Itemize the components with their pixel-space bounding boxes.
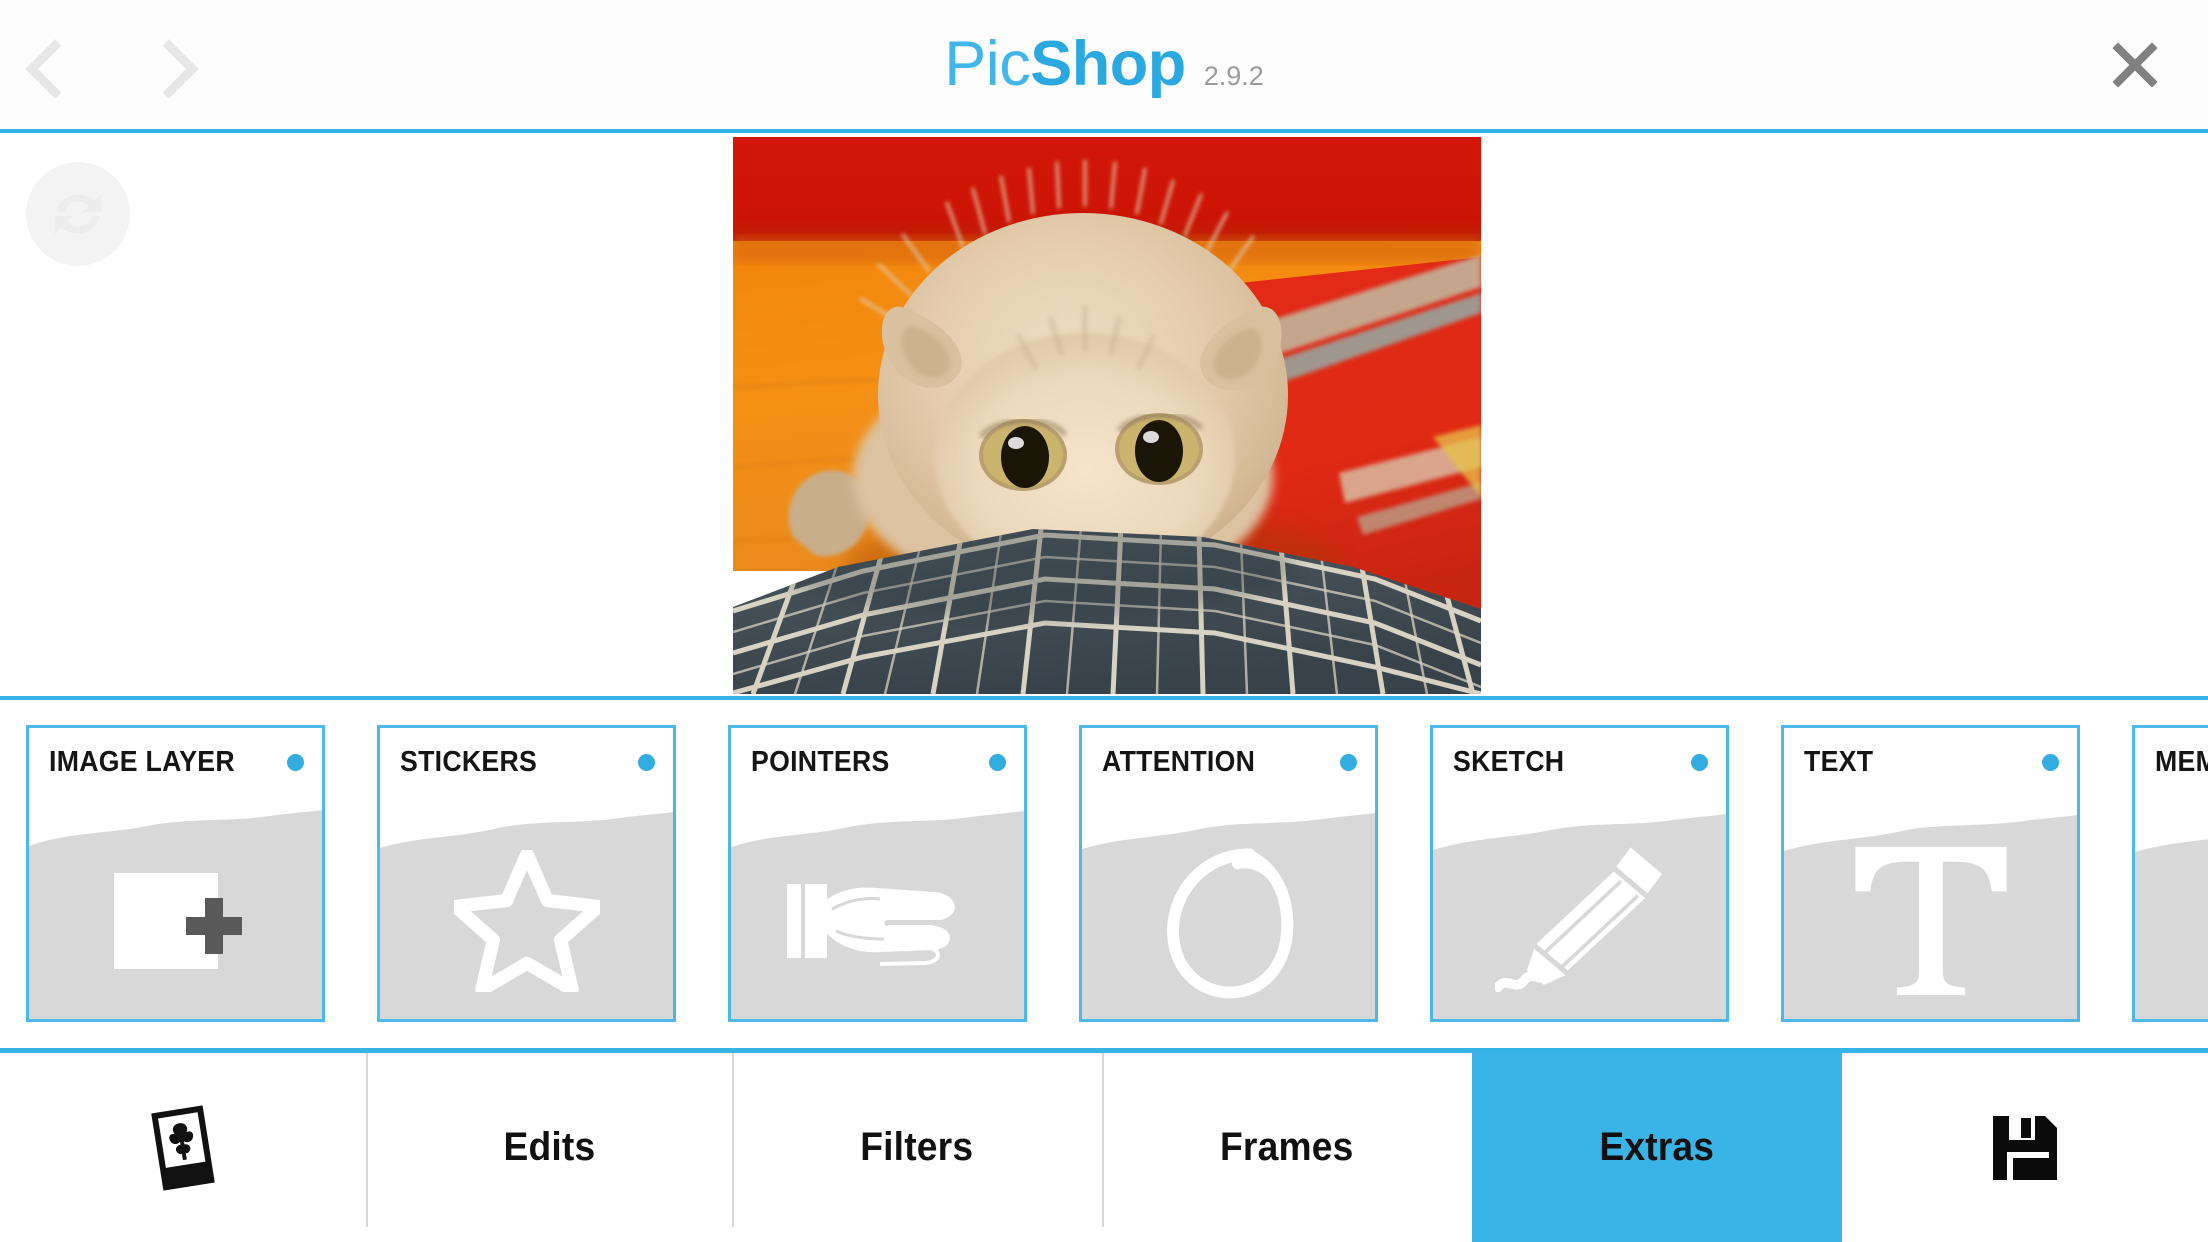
pointing-hand-icon xyxy=(731,831,1024,1011)
nav-divider xyxy=(1102,1053,1104,1227)
history-nav-group xyxy=(22,0,196,129)
tool-card-attention[interactable]: ATTENTION xyxy=(1079,725,1378,1022)
save-floppy-icon xyxy=(1989,1112,2061,1184)
nav-divider xyxy=(1842,1053,1844,1227)
tool-cards-track: IMAGE LAYER STICKERS POINTERS ATTENTION … xyxy=(26,725,2208,1022)
tool-card-status-dot xyxy=(989,753,1006,771)
star-icon xyxy=(380,831,673,1011)
app-title: Pic Shop 2.9.2 xyxy=(0,0,2208,129)
tool-card-header: MEME xyxy=(2135,728,2208,796)
top-bar: Pic Shop 2.9.2 xyxy=(0,0,2208,133)
chevron-right-icon[interactable] xyxy=(142,38,196,92)
chevron-left-icon[interactable] xyxy=(22,38,76,92)
kitten-photo[interactable] xyxy=(733,137,1481,694)
tool-card-meme[interactable]: MEME xyxy=(2132,725,2208,1022)
nav-divider xyxy=(732,1053,734,1227)
tool-card-label: MEME xyxy=(2155,745,2208,778)
tool-card-header: POINTERS xyxy=(731,728,1024,796)
tool-card-status-dot xyxy=(287,753,304,771)
tool-card-label: SKETCH xyxy=(1453,745,1565,778)
tool-card-header: TEXT xyxy=(1784,728,2077,796)
brand-name-bold: Shop xyxy=(1030,29,1186,99)
tab-filters-label: Filters xyxy=(860,1125,974,1169)
tool-card-text[interactable]: TEXT xyxy=(1781,725,2080,1022)
nav-divider xyxy=(366,1053,368,1227)
pencil-icon xyxy=(1433,831,1726,1011)
tool-card-status-dot xyxy=(1691,753,1708,771)
app-version: 2.9.2 xyxy=(1203,61,1264,91)
tab-frames-label: Frames xyxy=(1220,1125,1354,1169)
meme-icon xyxy=(2135,831,2208,1011)
tab-frames[interactable]: Frames xyxy=(1102,1053,1472,1242)
tool-card-status-dot xyxy=(2042,753,2059,771)
tool-card-header: SKETCH xyxy=(1433,728,1726,796)
nav-item-gallery[interactable] xyxy=(0,1053,366,1242)
tab-edits[interactable]: Edits xyxy=(366,1053,732,1242)
tool-card-label: TEXT xyxy=(1804,745,1874,778)
circle-scribble-icon xyxy=(1082,831,1375,1011)
tool-cards-strip[interactable]: IMAGE LAYER STICKERS POINTERS ATTENTION … xyxy=(0,700,2208,1048)
tab-extras-label: Extras xyxy=(1599,1125,1715,1169)
tool-card-label: IMAGE LAYER xyxy=(49,745,235,778)
tool-card-status-dot xyxy=(1340,753,1357,771)
tool-card-label: ATTENTION xyxy=(1102,745,1256,778)
tool-card-pointers[interactable]: POINTERS xyxy=(728,725,1027,1022)
tool-card-image-layer[interactable]: IMAGE LAYER xyxy=(26,725,325,1022)
tool-card-header: ATTENTION xyxy=(1082,728,1375,796)
image-canvas-area xyxy=(0,133,2208,700)
close-x-icon[interactable] xyxy=(2104,34,2166,96)
tool-card-stickers[interactable]: STICKERS xyxy=(377,725,676,1022)
rotate-refresh-icon[interactable] xyxy=(26,162,130,266)
tool-card-status-dot xyxy=(638,753,655,771)
tool-card-header: IMAGE LAYER xyxy=(29,728,322,796)
brand-name-light: Pic xyxy=(944,29,1031,99)
bottom-nav-bar: Edits Filters Frames Extras xyxy=(0,1048,2208,1242)
tool-card-label: STICKERS xyxy=(400,745,538,778)
tab-extras[interactable]: Extras xyxy=(1472,1053,1842,1242)
tool-card-header: STICKERS xyxy=(380,728,673,796)
tool-card-label: POINTERS xyxy=(751,745,890,778)
save-button[interactable] xyxy=(1842,1053,2208,1242)
gallery-photo-icon xyxy=(147,1104,219,1191)
tab-filters[interactable]: Filters xyxy=(732,1053,1102,1242)
tool-card-sketch[interactable]: SKETCH xyxy=(1430,725,1729,1022)
nav-divider xyxy=(1472,1053,1474,1227)
tab-edits-label: Edits xyxy=(503,1125,595,1169)
add-image-icon xyxy=(29,831,322,1011)
picshop-app-window: Pic Shop 2.9.2 IMAGE LAYER STICKERS POIN… xyxy=(0,0,2208,1242)
text-t-icon xyxy=(1784,831,2077,1011)
